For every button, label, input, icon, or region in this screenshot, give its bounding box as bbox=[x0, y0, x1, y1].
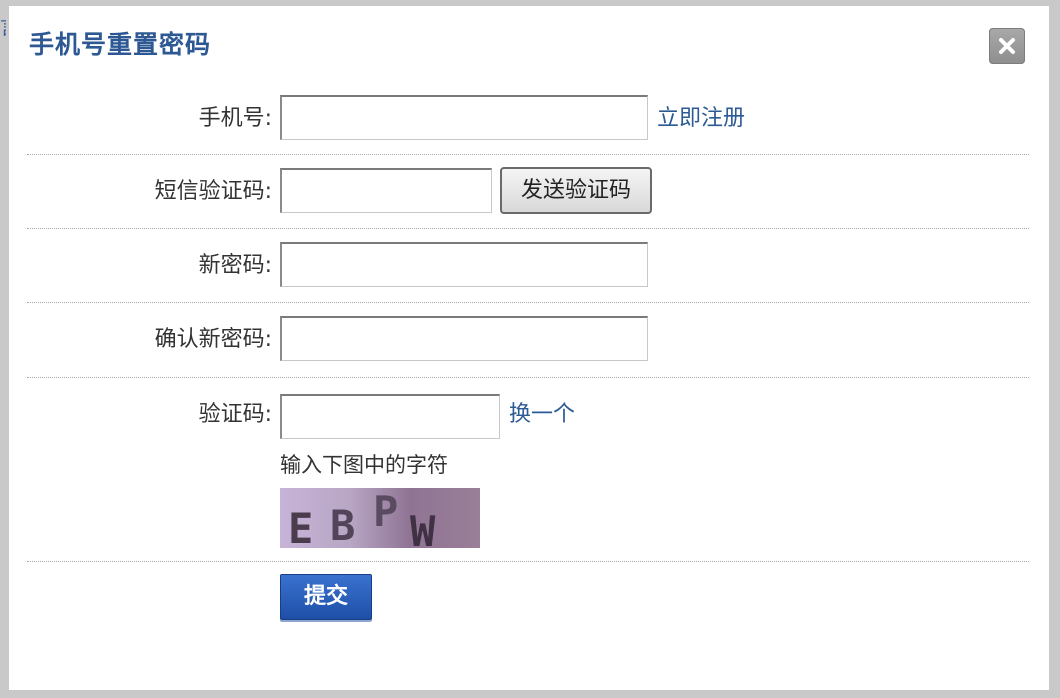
new-password-input[interactable] bbox=[280, 242, 648, 287]
reset-password-dialog: 手机号重置密码 手机号: 立即注册 短信验证码: 发送验证码 新密码: 确认新密… bbox=[9, 6, 1049, 690]
refresh-captcha-link[interactable]: 换一个 bbox=[509, 400, 575, 430]
new-password-label: 新密码: bbox=[198, 253, 272, 278]
phone-row: 手机号: 立即注册 bbox=[27, 94, 1029, 155]
captcha-image[interactable]: E B P W bbox=[280, 488, 480, 548]
sms-code-label: 短信验证码: bbox=[154, 179, 272, 204]
captcha-char: E bbox=[288, 504, 313, 548]
phone-label: 手机号: bbox=[198, 106, 272, 131]
captcha-char: P bbox=[373, 488, 398, 536]
captcha-row: 验证码: 换一个 输入下图中的字符 E B P W bbox=[27, 378, 1029, 562]
confirm-password-label: 确认新密码: bbox=[154, 327, 272, 352]
captcha-char: B bbox=[330, 501, 355, 548]
close-x-icon bbox=[999, 38, 1015, 54]
sms-code-row: 短信验证码: 发送验证码 bbox=[27, 155, 1029, 229]
new-password-row: 新密码: bbox=[27, 229, 1029, 303]
submit-button[interactable]: 提交 bbox=[280, 574, 372, 620]
captcha-char: W bbox=[410, 507, 436, 548]
close-button[interactable] bbox=[989, 28, 1025, 64]
captcha-label: 验证码: bbox=[198, 402, 272, 427]
phone-input[interactable] bbox=[280, 95, 648, 140]
dialog-title: 手机号重置密码 bbox=[29, 30, 212, 59]
captcha-hint: 输入下图中的字符 bbox=[280, 453, 448, 477]
confirm-password-input[interactable] bbox=[280, 316, 648, 361]
confirm-password-row: 确认新密码: bbox=[27, 303, 1029, 378]
register-link[interactable]: 立即注册 bbox=[657, 104, 745, 134]
send-code-button[interactable]: 发送验证码 bbox=[500, 167, 652, 214]
captcha-input[interactable] bbox=[280, 394, 500, 439]
backdrop-page-edge: 言 bbox=[0, 14, 6, 40]
sms-code-input[interactable] bbox=[280, 168, 492, 213]
